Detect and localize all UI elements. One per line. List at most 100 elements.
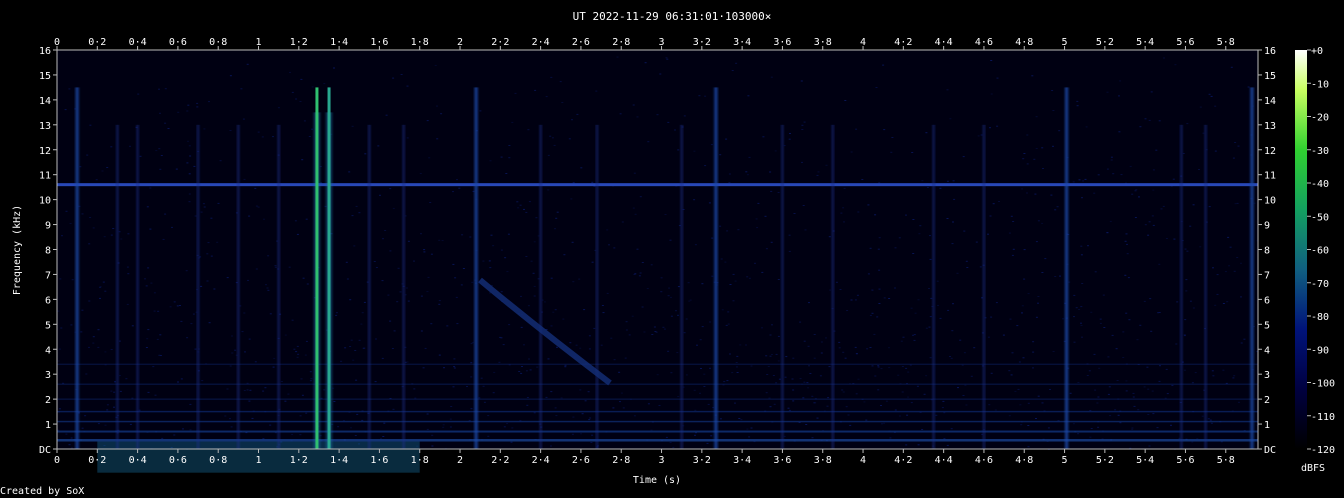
noise-speck (160, 155, 163, 156)
noise-speck (547, 189, 550, 191)
noise-speck (305, 340, 308, 342)
x-tick-label-top: 0·6 (169, 37, 187, 48)
noise-speck (1134, 217, 1137, 218)
noise-speck (92, 342, 95, 344)
noise-speck (380, 438, 382, 440)
noise-speck (139, 155, 142, 157)
noise-speck (726, 230, 729, 232)
noise-speck (1175, 343, 1178, 345)
noise-speck (746, 428, 749, 430)
vertical-event-faint (277, 124, 280, 449)
noise-speck (564, 366, 567, 368)
noise-speck (1176, 301, 1179, 303)
noise-speck (413, 388, 416, 390)
x-tick-label-top: 0·2 (88, 37, 106, 48)
noise-speck (450, 406, 453, 407)
noise-speck (196, 106, 199, 108)
noise-speck (1073, 316, 1075, 318)
noise-speck (719, 154, 722, 156)
x-tick-label-bottom: 3·2 (693, 455, 711, 466)
noise-speck (533, 295, 536, 297)
noise-speck (710, 144, 713, 146)
noise-speck (241, 331, 244, 333)
noise-speck (192, 313, 195, 315)
noise-speck (846, 310, 849, 311)
noise-speck (70, 437, 73, 439)
y-tick-label-right: 12 (1264, 146, 1276, 157)
noise-speck (441, 240, 444, 241)
noise-speck (159, 112, 161, 114)
noise-speck (350, 339, 353, 341)
noise-speck (802, 397, 805, 399)
noise-speck (89, 217, 92, 218)
noise-speck (246, 389, 249, 391)
noise-speck (996, 77, 999, 79)
noise-speck (840, 212, 843, 214)
noise-speck (829, 289, 832, 291)
noise-speck (1090, 428, 1093, 429)
noise-speck (1075, 307, 1078, 309)
noise-speck (685, 374, 688, 376)
noise-speck (397, 267, 400, 269)
noise-speck (703, 386, 706, 387)
noise-speck (147, 267, 150, 269)
noise-speck (723, 381, 726, 383)
x-tick-label-top: 5·4 (1136, 37, 1154, 48)
noise-speck (729, 284, 732, 285)
noise-speck (482, 260, 485, 262)
x-tick-label-bottom: 5·4 (1136, 455, 1154, 466)
noise-speck (1125, 390, 1128, 392)
noise-speck (732, 273, 735, 275)
noise-speck (808, 302, 810, 304)
noise-speck (1026, 134, 1029, 136)
noise-speck (1011, 352, 1014, 354)
noise-speck (1010, 374, 1013, 376)
noise-speck (502, 344, 505, 346)
noise-speck (928, 288, 930, 289)
noise-speck (660, 291, 663, 293)
noise-speck (201, 380, 204, 382)
noise-speck (662, 326, 665, 328)
noise-speck (677, 314, 679, 316)
noise-speck (963, 352, 966, 354)
noise-speck (1178, 437, 1181, 439)
noise-speck (731, 70, 734, 71)
noise-speck (1021, 305, 1024, 307)
noise-speck (1037, 296, 1040, 297)
noise-speck (525, 256, 528, 257)
noise-speck (990, 316, 993, 318)
vertical-event-faint (197, 124, 200, 449)
noise-speck (436, 105, 438, 107)
x-tick-label-bottom: 3·6 (773, 455, 791, 466)
noise-speck (1023, 278, 1026, 280)
noise-speck (1189, 225, 1192, 227)
noise-speck (399, 291, 402, 293)
noise-speck (995, 302, 998, 304)
noise-speck (70, 447, 73, 449)
noise-speck (857, 378, 860, 380)
x-tick-label-bottom: 1·8 (411, 455, 429, 466)
y-tick-label-right: 3 (1264, 370, 1270, 381)
noise-speck (799, 321, 802, 323)
noise-speck (1229, 246, 1232, 248)
noise-speck (764, 215, 767, 217)
noise-speck (881, 423, 883, 425)
noise-speck (732, 300, 735, 302)
noise-speck (277, 107, 280, 109)
noise-speck (952, 221, 954, 223)
noise-speck (193, 165, 196, 167)
noise-speck (1097, 396, 1100, 398)
freq-band (57, 439, 1258, 442)
noise-speck (533, 412, 536, 414)
noise-speck (610, 337, 613, 339)
noise-speck (106, 409, 109, 411)
noise-speck (811, 395, 814, 397)
noise-speck (351, 215, 354, 217)
noise-speck (1192, 204, 1195, 206)
noise-speck (849, 424, 852, 426)
noise-speck (200, 285, 203, 287)
noise-speck (431, 445, 434, 447)
noise-speck (97, 423, 100, 425)
noise-speck (765, 248, 768, 250)
colorbar-label: dBFS (1301, 463, 1325, 474)
